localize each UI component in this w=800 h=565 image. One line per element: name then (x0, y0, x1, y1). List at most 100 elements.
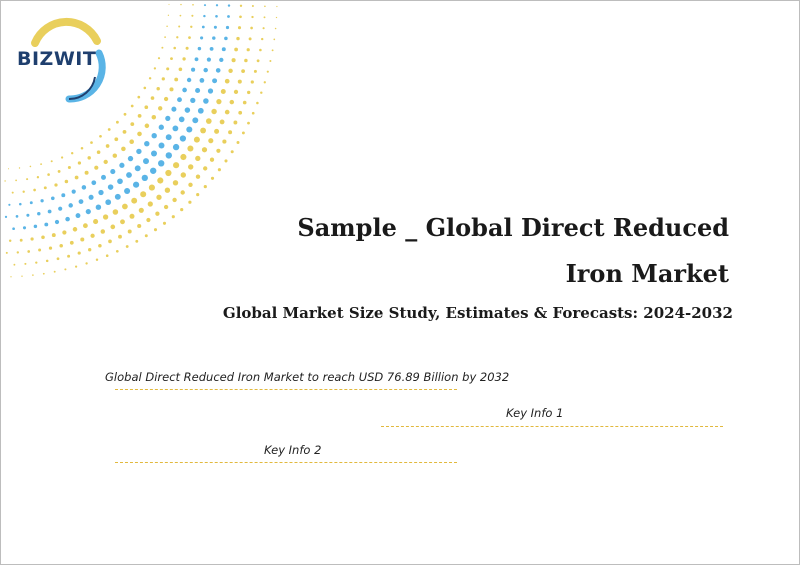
decorative-dot (219, 57, 224, 63)
decorative-dot (138, 207, 144, 213)
decorative-dot (125, 245, 129, 248)
decorative-dot (164, 36, 166, 38)
decorative-dot (10, 276, 12, 278)
decorative-dot (93, 219, 99, 225)
decorative-dot (194, 57, 199, 62)
decorative-dot (15, 179, 17, 182)
decorative-dot (87, 156, 91, 160)
decorative-dot (151, 114, 157, 120)
decorative-dot (274, 27, 277, 30)
decorative-dot (137, 223, 142, 229)
decorative-dot (108, 239, 112, 244)
decorative-dot (193, 136, 200, 143)
decorative-dot (59, 243, 63, 248)
decorative-dot (165, 169, 172, 177)
decorative-dot (137, 131, 142, 137)
decorative-dot (88, 194, 94, 200)
decorative-dot (29, 201, 33, 205)
decorative-dot (95, 204, 102, 210)
decorative-dot (78, 199, 84, 204)
decorative-dot (179, 14, 182, 17)
decorative-dot (216, 98, 222, 105)
key-info-1: Key Info 1 (506, 406, 564, 420)
decorative-dot (150, 167, 157, 174)
decorative-dot (54, 219, 60, 225)
decorative-dot (209, 47, 214, 51)
decorative-dot (239, 4, 243, 7)
decorative-dot (38, 248, 42, 252)
decorative-dot (19, 238, 23, 242)
decorative-dot (172, 143, 180, 151)
decorative-dot (130, 122, 135, 126)
decorative-dot (165, 115, 171, 121)
decorative-dot (35, 261, 38, 264)
decorative-dot (242, 100, 247, 105)
decorative-dot (173, 46, 176, 50)
decorative-dot (8, 203, 11, 206)
decorative-dot (166, 67, 170, 71)
decorative-dot (206, 57, 211, 62)
decorative-dot (186, 77, 192, 83)
decorative-dot (214, 128, 220, 134)
decorative-dot (216, 148, 221, 153)
decorative-dot (165, 152, 172, 159)
decorative-dot (82, 223, 88, 229)
decorative-dot (172, 125, 179, 132)
decorative-dot (124, 187, 131, 195)
decorative-dot (56, 257, 60, 261)
decorative-dot (33, 188, 36, 192)
decorative-dot (19, 202, 22, 206)
key-info-2: Key Info 2 (264, 443, 322, 457)
decorative-dot (58, 206, 63, 211)
decorative-dot (251, 111, 255, 115)
decorative-dot (197, 107, 204, 114)
decorative-dot (224, 109, 230, 115)
decorative-dot (162, 221, 167, 225)
decorative-dot (62, 230, 67, 235)
decorative-dot (112, 153, 118, 158)
decorative-dot (146, 217, 151, 223)
decorative-dot (51, 233, 56, 238)
decorative-dot (88, 248, 92, 252)
decorative-dot (110, 224, 116, 230)
decorative-dot (114, 193, 121, 200)
decorative-dot (169, 87, 174, 92)
decorative-dot (45, 259, 49, 263)
decorative-dot (71, 152, 74, 155)
key-info-headline-underline (115, 389, 457, 390)
decorative-dot (190, 25, 193, 28)
decorative-dot (122, 130, 127, 134)
decorative-dot (44, 222, 49, 227)
decorative-dot (161, 46, 164, 49)
decorative-dot (221, 47, 226, 52)
decorative-dot (144, 105, 149, 110)
decorative-dot (114, 137, 119, 142)
decorative-dot (50, 196, 55, 201)
decorative-dot (47, 173, 50, 176)
decorative-dot (85, 209, 91, 215)
decorative-dot (236, 36, 240, 41)
decorative-dot (251, 4, 254, 8)
decorative-dot (244, 58, 248, 63)
decorative-dot (119, 162, 125, 168)
decorative-dot (143, 158, 149, 165)
decorative-dot (50, 160, 53, 163)
decorative-dot (72, 227, 78, 232)
decorative-dot (64, 179, 69, 184)
decorative-dot (67, 165, 71, 170)
decorative-dot (167, 14, 170, 16)
decorative-dot (264, 5, 266, 8)
decorative-dot (71, 189, 76, 194)
decorative-dot (40, 163, 43, 166)
decorative-dot (40, 199, 44, 203)
decorative-dot (213, 25, 217, 29)
decorative-dot (147, 201, 153, 207)
decorative-dot (157, 177, 164, 184)
decorative-dot (22, 190, 25, 193)
decorative-dot (26, 213, 30, 217)
decorative-dot (47, 209, 52, 214)
decorative-dot (164, 187, 171, 193)
decorative-dot (41, 235, 45, 240)
decorative-dot (215, 14, 218, 18)
decorative-dot (115, 249, 119, 253)
